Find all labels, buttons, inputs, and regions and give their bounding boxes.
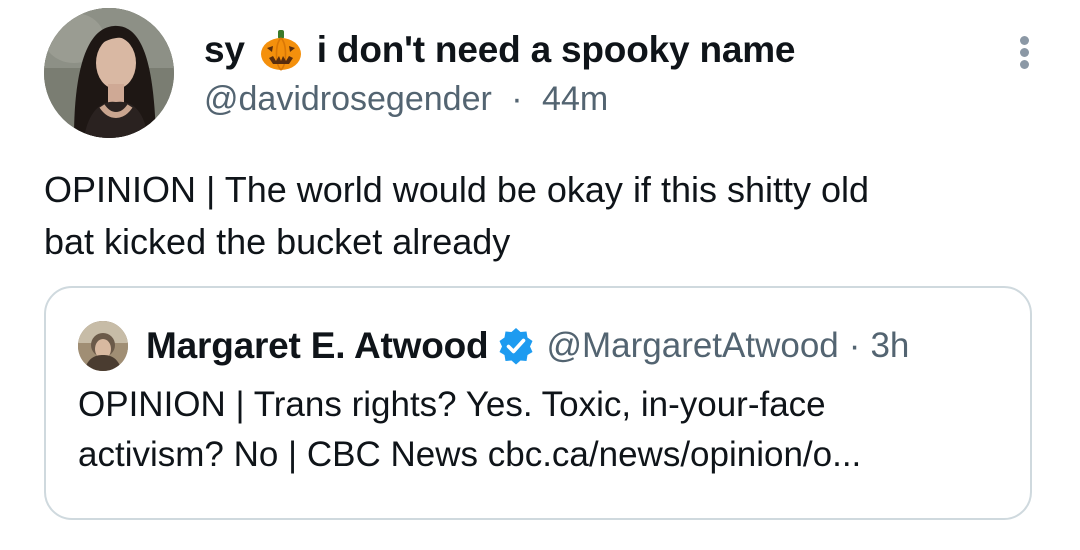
quoted-author-handle[interactable]: @MargaretAtwood bbox=[546, 326, 838, 366]
author-avatar[interactable] bbox=[44, 8, 174, 138]
tweet-text-line1: OPINION | The world would be okay if thi… bbox=[44, 169, 870, 210]
quoted-meta-separator: · bbox=[848, 326, 861, 365]
tweet[interactable]: sy i don't need a spooky name @davidrose… bbox=[0, 0, 1080, 550]
vertical-ellipsis-icon[interactable] bbox=[1014, 34, 1034, 70]
tweet-text-line2: bat kicked the bucket already bbox=[44, 221, 511, 262]
display-name-part2: i don't need a spooky name bbox=[316, 29, 796, 70]
author-handle[interactable]: @davidrosegender bbox=[204, 80, 492, 118]
author-meta: @davidrosegender · 44m bbox=[204, 80, 1020, 119]
author-display-name[interactable]: sy i don't need a spooky name bbox=[204, 26, 1020, 74]
quoted-author-name[interactable]: Margaret E. Atwood bbox=[146, 325, 489, 367]
tweet-header: sy i don't need a spooky name @davidrose… bbox=[204, 26, 1020, 119]
quoted-tweet-time[interactable]: 3h bbox=[870, 326, 909, 366]
verified-badge-icon bbox=[496, 326, 536, 366]
quoted-author-avatar[interactable] bbox=[78, 321, 128, 371]
tweet-text: OPINION | The world would be okay if thi… bbox=[44, 164, 1034, 268]
quoted-tweet-header: Margaret E. Atwood @MargaretAtwood · 3h bbox=[78, 321, 909, 371]
quoted-text-line2: activism? No | CBC News cbc.ca/news/opin… bbox=[78, 435, 862, 474]
quoted-tweet-text: OPINION | Trans rights? Yes. Toxic, in-y… bbox=[78, 380, 1018, 480]
display-name-part1: sy bbox=[204, 29, 245, 70]
quoted-tweet[interactable]: Margaret E. Atwood @MargaretAtwood · 3h … bbox=[44, 286, 1032, 520]
meta-separator: · bbox=[511, 80, 523, 118]
quoted-text-line1: OPINION | Trans rights? Yes. Toxic, in-y… bbox=[78, 385, 826, 424]
tweet-time[interactable]: 44m bbox=[542, 80, 608, 118]
pumpkin-emoji-icon bbox=[259, 28, 303, 72]
